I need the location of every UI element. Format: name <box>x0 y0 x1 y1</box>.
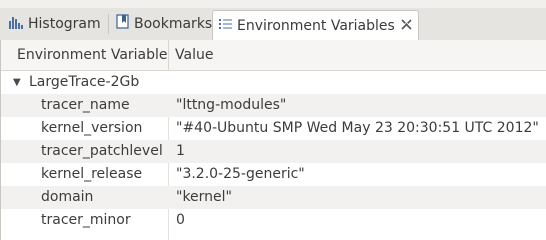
tab-histogram-label: Histogram <box>28 15 101 32</box>
table-row[interactable]: tracer_name "lttng-modules" <box>1 94 546 117</box>
variable-name: kernel_version <box>41 120 143 136</box>
variable-name: tracer_name <box>41 97 130 113</box>
group-label: LargeTrace-2Gb <box>29 74 140 90</box>
bookmarks-icon <box>116 14 130 33</box>
tree-group-row[interactable]: ▼ LargeTrace-2Gb <box>1 71 546 94</box>
tab-environment-variables[interactable]: Environment Variables <box>212 10 419 41</box>
variable-value: "lttng-modules" <box>176 97 287 113</box>
variable-value: "3.2.0-25-generic" <box>176 166 305 182</box>
environment-variables-panel: Environment Variable Value ▼ LargeTrace-… <box>0 40 546 240</box>
tab-bookmarks[interactable]: Bookmarks <box>110 8 218 39</box>
table-row[interactable]: tracer_minor 0 <box>1 209 546 232</box>
expand-arrow-icon[interactable]: ▼ <box>13 71 21 94</box>
table-row[interactable]: tracer_patchlevel 1 <box>1 140 546 163</box>
variable-name: kernel_release <box>41 166 143 182</box>
variable-name: domain <box>41 189 94 205</box>
variable-value: 1 <box>176 143 185 159</box>
table-row[interactable]: kernel_release "3.2.0-25-generic" <box>1 163 546 186</box>
variable-name: tracer_patchlevel <box>41 143 163 159</box>
variable-value: 0 <box>176 212 185 228</box>
tab-environment-variables-label: Environment Variables <box>237 18 395 34</box>
tab-histogram[interactable]: Histogram <box>2 8 107 39</box>
tab-divider <box>108 14 109 34</box>
tab-bookmarks-label: Bookmarks <box>134 15 213 32</box>
close-icon[interactable] <box>401 19 412 33</box>
list-icon <box>219 18 233 34</box>
table-row[interactable]: kernel_version "#40-Ubuntu SMP Wed May 2… <box>1 117 546 140</box>
variable-value: "kernel" <box>176 189 232 205</box>
table-header: Environment Variable Value <box>1 40 546 71</box>
table-row[interactable]: domain "kernel" <box>1 186 546 209</box>
column-header-variable[interactable]: Environment Variable <box>13 40 168 70</box>
column-header-value[interactable]: Value <box>169 40 213 70</box>
view-tab-bar: Histogram Bookmarks Environment Variable… <box>0 8 546 41</box>
histogram-icon <box>8 15 24 33</box>
variable-name: tracer_minor <box>41 212 131 228</box>
variable-value: "#40-Ubuntu SMP Wed May 23 20:30:51 UTC … <box>176 120 539 136</box>
